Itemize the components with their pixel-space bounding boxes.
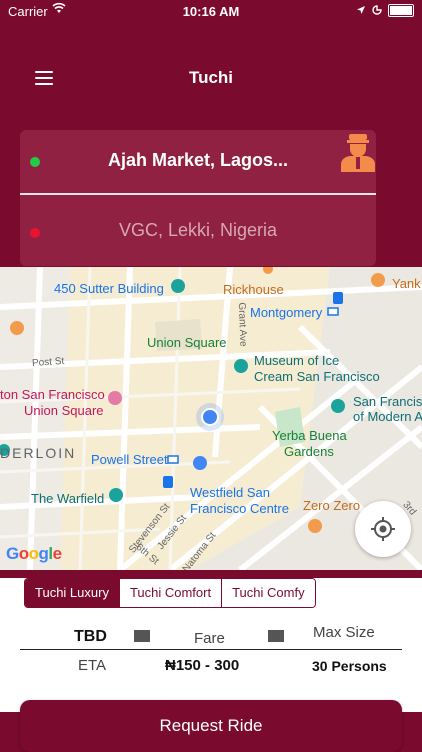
location-divider — [20, 193, 376, 195]
map-label: Union Square — [147, 335, 227, 350]
destination-location-field[interactable]: VGC, Lekki, Nigeria — [20, 200, 376, 264]
battery-icon — [388, 4, 414, 17]
location-card: Ajah Market, Lagos... VGC, Lekki, Nigeri… — [20, 130, 376, 266]
map-label: Museum of Ice — [254, 353, 340, 368]
map-label: 450 Sutter Building — [54, 281, 164, 296]
tab-tuchi-luxury[interactable]: Tuchi Luxury — [25, 579, 120, 607]
map-label: Gardens — [284, 444, 334, 459]
location-arrow-icon — [356, 3, 366, 18]
map-label: Cream San Francisco — [254, 369, 380, 384]
info-divider — [20, 649, 402, 650]
tab-tuchi-comfy[interactable]: Tuchi Comfy — [222, 579, 315, 607]
map-label: Powell Street — [91, 452, 168, 467]
map-label: Rickhouse — [223, 282, 284, 297]
google-logo: Google — [6, 544, 62, 563]
alarm-icon — [372, 3, 382, 18]
fare-value: ₦150 - 300 — [165, 657, 240, 674]
destination-location-text: VGC, Lekki, Nigeria — [118, 220, 278, 240]
separator-icon — [134, 630, 150, 642]
max-size-value: 30 Persons — [312, 658, 387, 674]
pickup-location-field[interactable]: Ajah Market, Lagos... — [20, 130, 376, 194]
map-label: The Warfield — [31, 491, 105, 506]
map-label: Yank — [392, 276, 421, 291]
map-label: San Francisc — [353, 394, 422, 409]
status-bar: Carrier 10:16 AM — [0, 0, 422, 22]
map-label: DERLOIN — [0, 445, 77, 461]
pickup-dot-icon — [30, 157, 40, 167]
map-label: ton San Francisco — [0, 387, 105, 402]
ride-type-tabs: Tuchi Luxury Tuchi Comfort Tuchi Comfy — [24, 578, 316, 608]
tab-tuchi-comfort[interactable]: Tuchi Comfort — [119, 579, 223, 607]
map-label: Yerba Buena — [272, 428, 347, 443]
separator-icon — [268, 630, 284, 642]
map-label: Zero Zero — [303, 498, 361, 513]
destination-dot-icon — [30, 228, 40, 238]
crosshair-icon — [371, 517, 395, 541]
map-label: Montgomery — [250, 305, 323, 320]
page-title: Tuchi — [188, 68, 234, 87]
map-label: Francisco Centre — [190, 501, 289, 516]
fare-label: Fare — [194, 630, 225, 647]
eta-label: ETA — [78, 657, 107, 674]
street-label: Post St — [31, 355, 65, 370]
map-label: of Modern A — [353, 409, 422, 424]
request-ride-button[interactable]: Request Ride — [20, 700, 402, 752]
map-label: Union Square — [24, 403, 104, 418]
max-size-label: Max Size — [313, 624, 375, 641]
street-label: Grant Ave — [235, 302, 249, 347]
my-location-button[interactable] — [355, 501, 411, 557]
driver-icon[interactable] — [338, 132, 378, 172]
nav-bar: Tuchi — [0, 50, 422, 106]
pickup-location-text: Ajah Market, Lagos... — [107, 150, 289, 170]
tbd-label: TBD — [74, 628, 107, 645]
map-label: Westfield San — [190, 485, 270, 500]
